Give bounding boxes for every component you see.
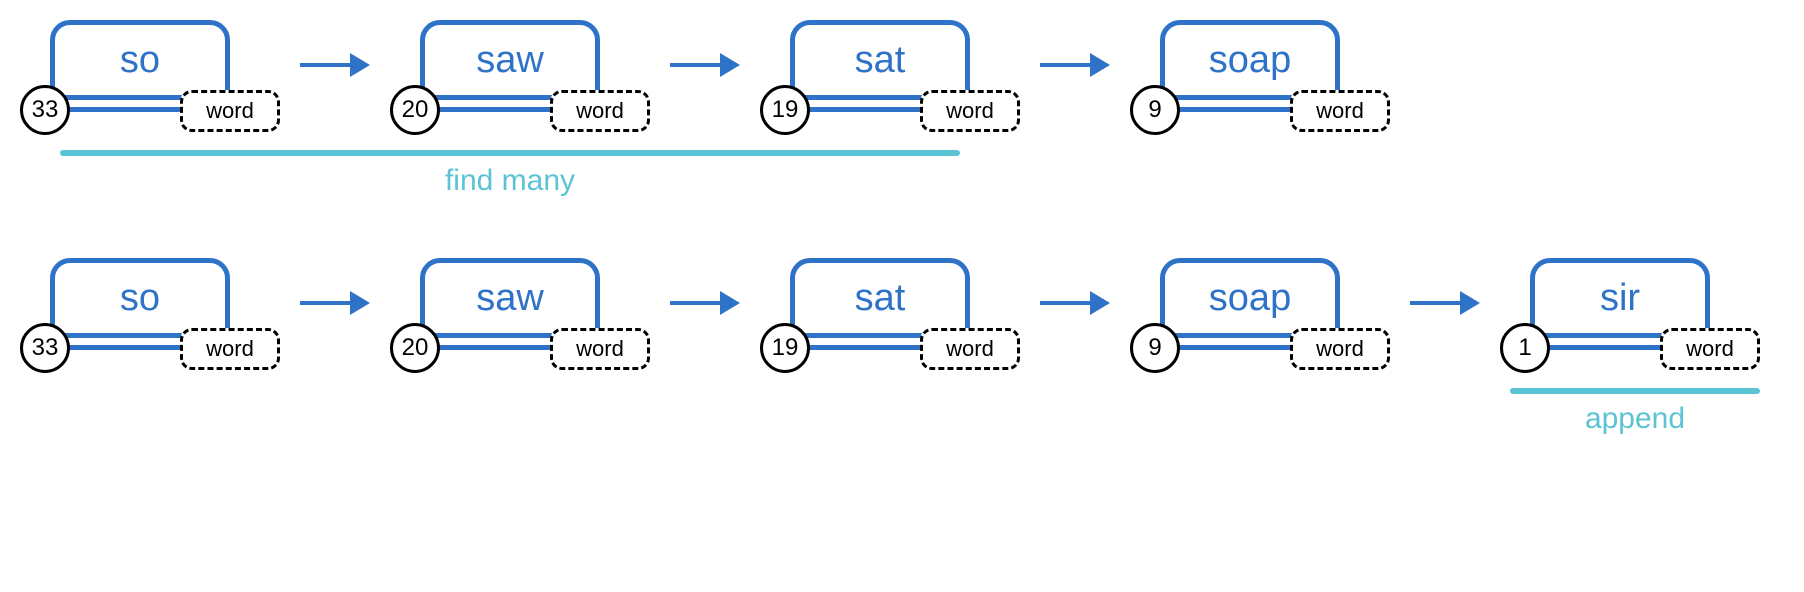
list-node: so 33 word bbox=[20, 258, 280, 378]
node-count: 20 bbox=[390, 323, 440, 373]
node-tag: word bbox=[550, 90, 650, 132]
linked-list-row-2: so 33 word saw 20 word sat 19 word soap … bbox=[20, 258, 1784, 378]
append-annotation: append bbox=[1510, 388, 1760, 436]
node-connector bbox=[1172, 107, 1297, 112]
node-count: 33 bbox=[20, 323, 70, 373]
node-connector bbox=[1542, 345, 1667, 350]
node-word: soap bbox=[1209, 277, 1291, 320]
node-count: 19 bbox=[760, 323, 810, 373]
annotation-underline bbox=[1510, 388, 1760, 394]
node-count: 9 bbox=[1130, 323, 1180, 373]
arrow-icon bbox=[670, 293, 740, 313]
arrow-icon bbox=[670, 55, 740, 75]
node-tag: word bbox=[920, 328, 1020, 370]
annotation-label: find many bbox=[60, 164, 960, 198]
node-word-box: saw bbox=[420, 258, 600, 338]
arrow-icon bbox=[1040, 293, 1110, 313]
node-count: 33 bbox=[20, 85, 70, 135]
node-connector bbox=[62, 345, 187, 350]
node-connector bbox=[1172, 345, 1297, 350]
list-node: sat 19 word bbox=[760, 258, 1020, 378]
annotation-label: append bbox=[1510, 402, 1760, 436]
list-node: saw 20 word bbox=[390, 258, 650, 378]
node-word: saw bbox=[476, 277, 544, 320]
list-node: so 33 word bbox=[20, 20, 280, 140]
node-word: saw bbox=[476, 39, 544, 82]
node-connector bbox=[432, 107, 557, 112]
node-tag: word bbox=[1660, 328, 1760, 370]
node-tag: word bbox=[550, 328, 650, 370]
node-word-box: soap bbox=[1160, 258, 1340, 338]
node-tag: word bbox=[1290, 90, 1390, 132]
arrow-icon bbox=[1040, 55, 1110, 75]
node-tag: word bbox=[920, 90, 1020, 132]
node-word-box: sat bbox=[790, 258, 970, 338]
arrow-icon bbox=[300, 55, 370, 75]
node-connector bbox=[802, 107, 927, 112]
node-connector bbox=[62, 107, 187, 112]
node-tag: word bbox=[180, 328, 280, 370]
list-node: soap 9 word bbox=[1130, 20, 1390, 140]
node-word: sir bbox=[1600, 277, 1640, 320]
node-count: 20 bbox=[390, 85, 440, 135]
node-word-box: so bbox=[50, 258, 230, 338]
node-word: so bbox=[120, 277, 160, 320]
node-count: 19 bbox=[760, 85, 810, 135]
linked-list-row-1: so 33 word saw 20 word sat 19 word soap … bbox=[20, 20, 1784, 140]
node-word-box: soap bbox=[1160, 20, 1340, 100]
node-word: soap bbox=[1209, 39, 1291, 82]
arrow-icon bbox=[300, 293, 370, 313]
node-word-box: saw bbox=[420, 20, 600, 100]
node-count: 1 bbox=[1500, 323, 1550, 373]
node-word: sat bbox=[855, 277, 906, 320]
node-word-box: so bbox=[50, 20, 230, 100]
node-connector bbox=[432, 345, 557, 350]
arrow-icon bbox=[1410, 293, 1480, 313]
node-connector bbox=[802, 345, 927, 350]
node-tag: word bbox=[1290, 328, 1390, 370]
node-word-box: sat bbox=[790, 20, 970, 100]
node-word: sat bbox=[855, 39, 906, 82]
node-word-box: sir bbox=[1530, 258, 1710, 338]
list-node: saw 20 word bbox=[390, 20, 650, 140]
list-node-appended: sir 1 word bbox=[1500, 258, 1760, 378]
node-count: 9 bbox=[1130, 85, 1180, 135]
node-word: so bbox=[120, 39, 160, 82]
list-node: soap 9 word bbox=[1130, 258, 1390, 378]
annotation-underline bbox=[60, 150, 960, 156]
node-tag: word bbox=[180, 90, 280, 132]
find-many-annotation: find many bbox=[60, 150, 960, 198]
list-node: sat 19 word bbox=[760, 20, 1020, 140]
